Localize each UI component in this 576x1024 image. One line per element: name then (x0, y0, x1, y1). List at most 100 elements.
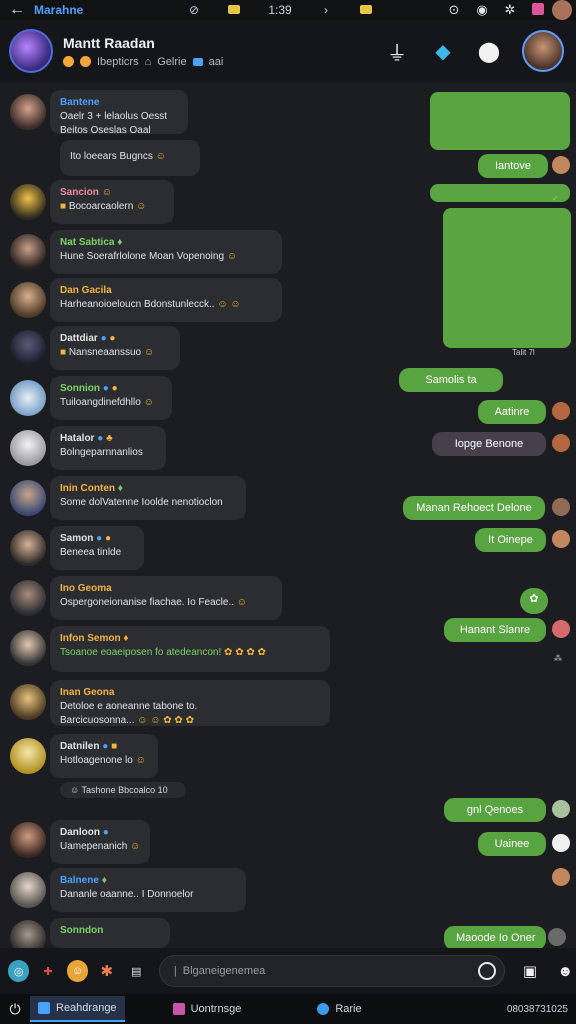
search-icon[interactable]: ⊙ (440, 2, 468, 18)
received-message[interactable]: Inan Geona Detoloe e aoneanne tabone to.… (50, 680, 330, 726)
taskbar-tab[interactable]: Uontrnsge (165, 996, 250, 1022)
avatar[interactable] (10, 234, 46, 270)
avatar[interactable] (10, 738, 46, 774)
voice-icon[interactable]: ◆ (430, 38, 456, 64)
sent-message[interactable]: Aatinre (478, 400, 546, 424)
sticker-picker-icon[interactable] (478, 962, 497, 980)
sender-avatar (552, 834, 570, 852)
settings-icon[interactable]: ✲ (496, 2, 524, 18)
app-icon (172, 1003, 185, 1015)
sent-message[interactable]: Iopge Benone (432, 432, 546, 456)
avatar[interactable] (10, 872, 46, 908)
app-icon (317, 1003, 330, 1015)
received-message[interactable]: Sonndon (50, 918, 170, 948)
smile-icon[interactable]: ☻ (555, 960, 576, 982)
received-message[interactable]: Infon Semon ♦ Tsoanoe eoaeiposen fo ated… (50, 626, 330, 672)
image-message[interactable] (430, 184, 570, 202)
sent-message[interactable]: Hanant Slanre (444, 618, 546, 642)
start-icon[interactable]: ⏻ (0, 1001, 30, 1018)
avatar[interactable] (10, 184, 46, 220)
received-message[interactable]: Danloon ● Uamepenanich ☺ (50, 820, 150, 864)
video-icon[interactable]: ⬤ (476, 38, 502, 64)
sent-message[interactable]: Iantove (478, 154, 548, 178)
contact-avatar[interactable] (522, 30, 564, 72)
link-icon[interactable]: ⊘ (174, 3, 214, 17)
received-message[interactable]: Sonnion ● ● Tuiloangdinefdhllo ☺ (50, 376, 172, 420)
image-message[interactable] (430, 92, 570, 150)
emoji-icon: ☺ (70, 785, 80, 795)
sent-message[interactable]: It Oinepe (475, 528, 546, 552)
emoji-icon (63, 56, 74, 67)
timestamp-icon: ⁂ (554, 654, 562, 663)
sender-avatar (552, 434, 570, 452)
received-message[interactable]: Datnilen ● ■ Hotloagenone lo ☺ (50, 734, 158, 778)
avatar[interactable] (10, 330, 46, 366)
chat-info[interactable]: Mantt Raadan Ibepticrs ⌂ Gelrie aai (63, 35, 223, 68)
sender-avatar (552, 800, 570, 818)
received-message[interactable]: Samon ● ● Beneea tinlde (50, 526, 144, 570)
taskbar-clock: 08038731025 (506, 1003, 568, 1015)
sent-message[interactable]: Maoode Io Oner (444, 926, 546, 950)
help-icon[interactable]: ◉ (468, 2, 496, 18)
message-input[interactable]: | Blganeigenemea (158, 955, 506, 987)
received-message[interactable]: Inin Conten ♦ Some dolVatenne Ioolde nen… (50, 476, 246, 520)
store-icon[interactable] (524, 2, 552, 18)
read-receipt-icon: ✓ (552, 194, 559, 203)
app-name: Marahne (34, 3, 84, 17)
group-avatar[interactable] (9, 29, 53, 73)
avatar[interactable] (10, 684, 46, 720)
received-message[interactable]: Ino Geoma Ospergoneionanise fiachae. Io … (50, 576, 282, 620)
sent-message[interactable]: Manan Rehoect Delone (403, 496, 545, 520)
chevron-icon[interactable]: › (306, 3, 346, 17)
avatar[interactable] (10, 480, 46, 516)
status-bar: ← Marahne ⊘ 1:39 › ⊙ ◉ ✲ (0, 0, 576, 20)
received-message[interactable]: Nat Sabtica ♦ Hune Soerafrlolone Moan Vo… (50, 230, 282, 274)
home-icon: ⌂ (144, 55, 152, 68)
avatar[interactable] (10, 530, 46, 566)
sent-message[interactable]: Samolis ta (399, 368, 503, 392)
globe-icon[interactable]: ◎ (8, 960, 30, 982)
input-cursor-icon: | (173, 965, 177, 977)
message-list[interactable]: Iantove ✓ Talit 7l Samolis ta Aatinre Io… (0, 82, 576, 956)
emoji-icon (80, 56, 91, 67)
received-message[interactable]: Hatalor ● ♣ Bolngeparnnanlios (50, 426, 166, 470)
audio-icon[interactable]: ⏚ (384, 38, 410, 65)
avatar[interactable] (10, 282, 46, 318)
sender-avatar (552, 530, 570, 548)
received-message[interactable]: Ito loeears Bugncs ☺ (60, 140, 200, 176)
sticker-icon[interactable]: ✱ (96, 960, 117, 982)
received-message[interactable]: Balnene ♦ Dananle oaanne.. I Donnoelor (50, 868, 246, 912)
received-message[interactable]: Dan Gacila Harheanoioeloucn Bdonstunlecc… (50, 278, 282, 322)
profile-avatar[interactable] (552, 0, 572, 20)
status-time: 1:39 (268, 3, 292, 17)
gif-icon[interactable]: ▣ (519, 960, 540, 982)
sent-message[interactable]: Uainee (478, 832, 546, 856)
emoji-icon[interactable]: ☺ (66, 960, 89, 982)
sender-avatar (552, 402, 570, 420)
taskbar-tab[interactable]: Reahdrange (30, 996, 125, 1022)
avatar[interactable] (10, 822, 46, 858)
received-message[interactable]: Sancion ☺ ■ Bocoarcaolern ☺ (50, 180, 174, 224)
sent-message[interactable]: gnl Qenoes (444, 798, 546, 822)
avatar[interactable] (10, 430, 46, 466)
image-message[interactable] (443, 208, 571, 348)
chat-subtitle: Ibepticrs ⌂ Gelrie aai (63, 56, 223, 68)
received-message[interactable]: Bantene Oaelr 3 + lelaolus Oesst Beitos … (50, 90, 188, 134)
emoji-icon: ☺ (155, 151, 166, 162)
chat-header: Mantt Raadan Ibepticrs ⌂ Gelrie aai ⏚ ◆ … (0, 20, 576, 82)
sender-avatar (552, 156, 570, 174)
mail-icon[interactable] (346, 3, 386, 17)
back-icon[interactable]: ← (0, 1, 34, 19)
sent-message[interactable]: ✿ (520, 588, 548, 614)
gift-icon[interactable]: ✚ (37, 960, 58, 982)
avatar[interactable] (10, 580, 46, 616)
taskbar-tab[interactable]: Rarie (309, 996, 369, 1022)
avatar[interactable] (10, 94, 46, 130)
avatar[interactable] (10, 380, 46, 416)
avatar[interactable] (10, 630, 46, 666)
received-message[interactable]: Dattdiar ● ● ■ Nansneaanssuo ☺ (50, 326, 180, 370)
subtitle-status: Gelrie (157, 55, 187, 68)
attach-icon[interactable]: ▤ (126, 960, 147, 982)
sender-avatar (552, 498, 570, 516)
folder-icon[interactable] (214, 3, 254, 17)
